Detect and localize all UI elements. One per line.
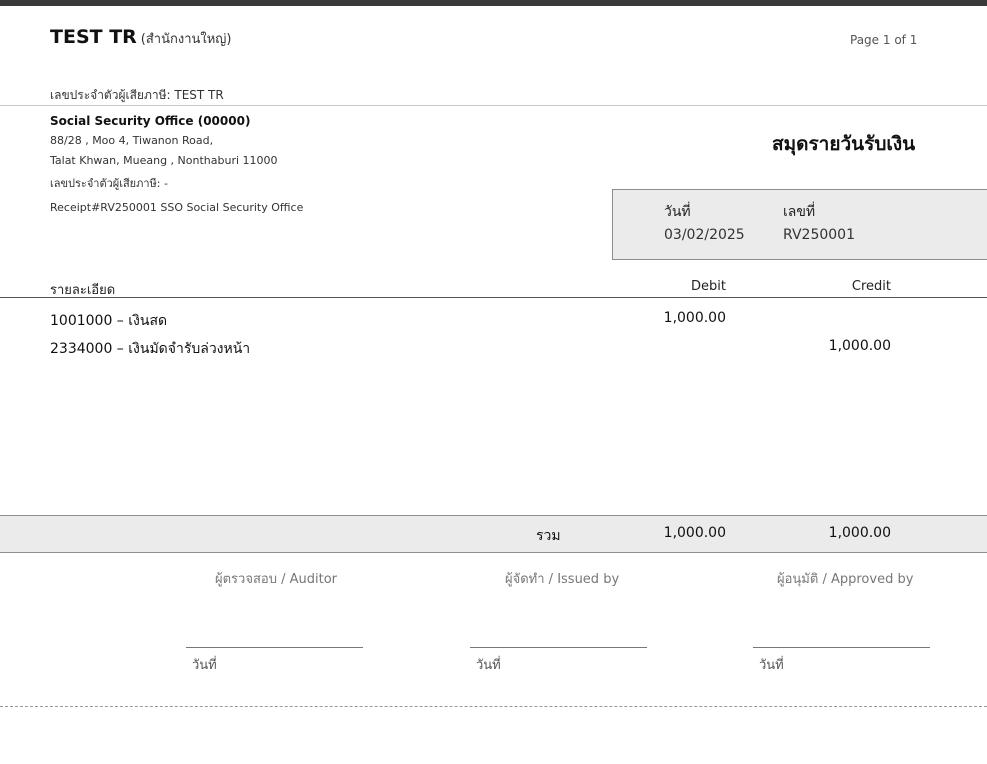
company-name: TEST TR (สำนักงานใหญ่) (50, 26, 231, 49)
col-header-debit: Debit (691, 279, 726, 294)
top-bar (0, 0, 987, 6)
company-name-text: TEST TR (50, 26, 137, 48)
auditor-date-label: วันที่ (192, 658, 217, 673)
document-info-box (612, 189, 987, 260)
cut-line (0, 706, 987, 707)
approver-date-label: วันที่ (759, 658, 784, 673)
row-debit: 1,000.00 (663, 310, 726, 326)
page-number: Page 1 of 1 (850, 33, 918, 47)
document-title: สมุดรายวันรับเงิน (772, 133, 916, 155)
header-divider (0, 105, 987, 106)
date-label: วันที่ (664, 204, 691, 220)
auditor-signature-line (186, 647, 363, 648)
row-account: 2334000 – เงินมัดจำรับล่วงหน้า (50, 341, 251, 357)
doc-number-value: RV250001 (783, 227, 855, 243)
total-debit: 1,000.00 (663, 525, 726, 541)
date-value: 03/02/2025 (664, 227, 745, 243)
doc-number-label: เลขที่ (783, 204, 816, 220)
col-header-credit: Credit (851, 279, 891, 294)
total-label: รวม (536, 528, 561, 544)
approved-by-label: ผู้อนุมัติ / Approved by (777, 572, 914, 587)
issuer-date-label: วันที่ (476, 658, 501, 673)
customer-reference: Receipt#RV250001 SSO Social Security Off… (50, 201, 304, 214)
row-account: 1001000 – เงินสด (50, 313, 168, 329)
branch-label: (สำนักงานใหญ่) (140, 32, 232, 47)
customer-address-line1: 88/28 , Moo 4, Tiwanon Road, (50, 134, 214, 147)
issuer-signature-line (470, 647, 647, 648)
total-credit: 1,000.00 (828, 525, 891, 541)
table-header-divider (0, 297, 987, 298)
approver-signature-line (753, 647, 930, 648)
company-tax-id: เลขประจำตัวผู้เสียภาษี: TEST TR (50, 88, 224, 102)
issued-by-label: ผู้จัดทำ / Issued by (505, 572, 620, 587)
customer-tax-id: เลขประจำตัวผู้เสียภาษี: - (50, 177, 168, 190)
customer-address-line2: Talat Khwan, Mueang , Nonthaburi 11000 (50, 154, 278, 167)
row-credit: 1,000.00 (828, 338, 891, 354)
customer-name: Social Security Office (00000) (50, 114, 251, 128)
auditor-label: ผู้ตรวจสอบ / Auditor (215, 572, 337, 587)
